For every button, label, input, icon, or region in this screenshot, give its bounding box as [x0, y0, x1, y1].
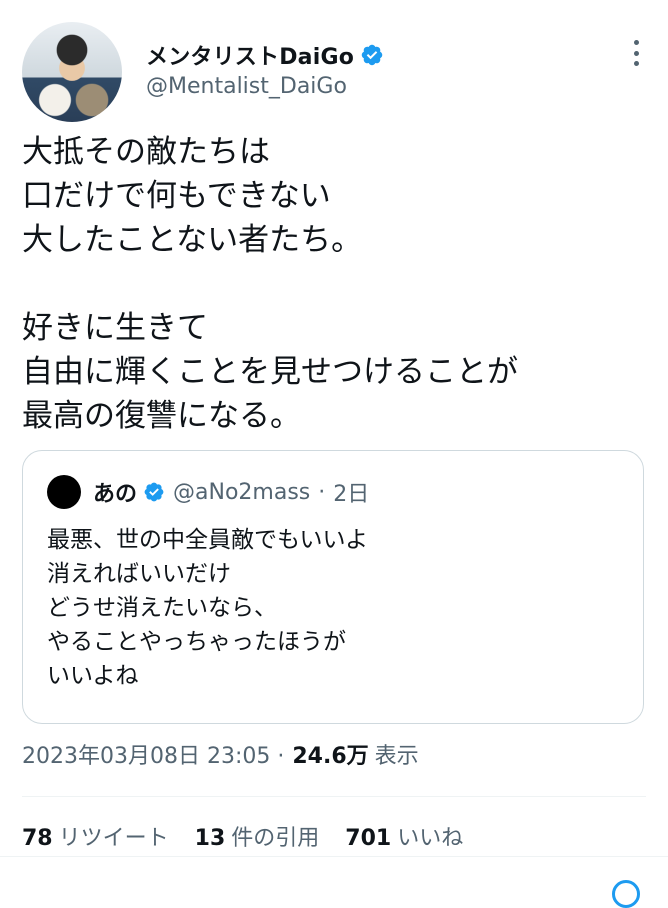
engagement-stats: 78 リツイート 13 件の引用 701 いいね: [22, 820, 463, 852]
more-options-icon[interactable]: [632, 40, 640, 66]
author-handle[interactable]: @Mentalist_DaiGo: [146, 74, 347, 99]
tweet-header: メンタリストDaiGo @Mentalist_DaiGo: [0, 0, 668, 125]
view-count: 24.6万: [292, 744, 369, 769]
divider: [22, 796, 646, 797]
retweets-stat[interactable]: 78 リツイート: [22, 820, 169, 852]
quoted-tweet[interactable]: あの @aNo2mass · 2日 最悪、世の中全員敵でもいいよ 消えればいいだ…: [22, 450, 644, 724]
separator-dot: ·: [318, 479, 326, 505]
quoted-tweet-text: 最悪、世の中全員敵でもいいよ 消えればいいだけ どうせ消えたいなら、 やることや…: [47, 527, 369, 689]
view-count-label: 表示: [374, 744, 419, 769]
quoted-tweet-header: あの @aNo2mass · 2日: [47, 475, 369, 509]
tweet-text: 大抵その敵たちは 口だけで何もできない 大したことない者たち。 好きに生きて 自…: [22, 134, 518, 434]
likes-stat[interactable]: 701 いいね: [345, 820, 463, 852]
quoted-author-name: あの: [93, 482, 138, 507]
quoted-timestamp: 2日: [333, 482, 370, 507]
verified-badge-icon: [144, 482, 164, 502]
tweet-datetime[interactable]: 2023年03月08日 23:05 ·: [22, 738, 284, 770]
quoted-author-avatar: [47, 475, 81, 509]
tweet-meta: 2023年03月08日 23:05 · 24.6万 表示: [22, 738, 419, 770]
quotes-stat[interactable]: 13 件の引用: [195, 820, 320, 852]
author-avatar[interactable]: [22, 22, 122, 122]
share-icon[interactable]: [612, 880, 640, 908]
author-name-row: メンタリストDaiGo: [146, 40, 384, 70]
verified-badge-icon: [361, 44, 383, 66]
author-name[interactable]: メンタリストDaiGo: [146, 39, 354, 71]
divider: [0, 856, 668, 857]
quoted-author-handle: @aNo2mass: [173, 479, 311, 505]
